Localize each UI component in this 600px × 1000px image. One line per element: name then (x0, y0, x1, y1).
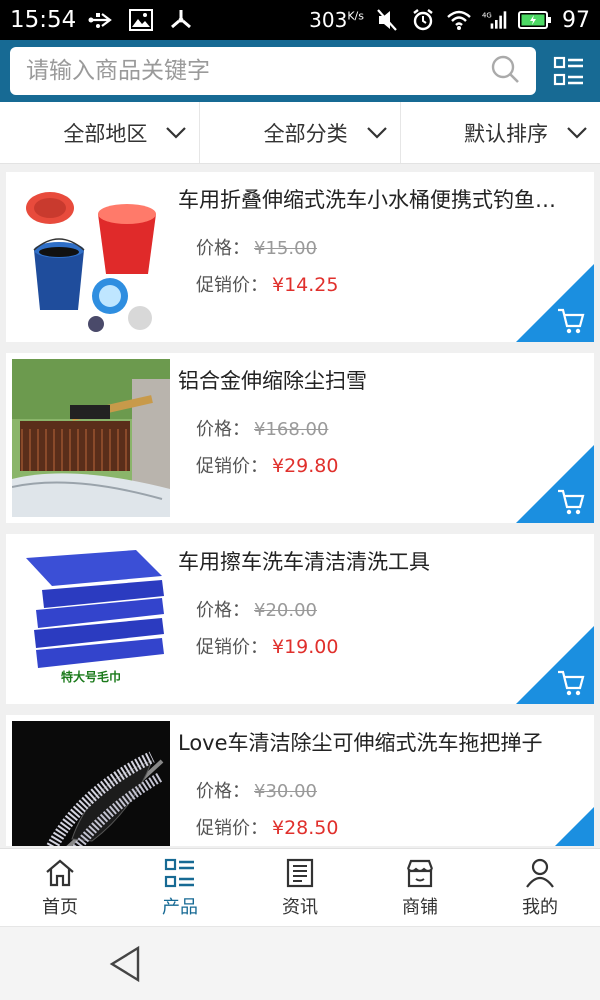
tab-label: 首页 (42, 896, 78, 918)
promo-row: 促销价： ¥29.80 (196, 452, 338, 478)
original-price: ¥20.00 (254, 600, 317, 621)
svg-text:4G: 4G (482, 11, 492, 19)
wifi-icon (446, 7, 472, 33)
promo-price: ¥14.25 (272, 274, 339, 296)
speed-value: 303 (309, 8, 348, 32)
price-row: 价格： ¥20.00 (196, 596, 317, 622)
filter-category[interactable]: 全部分类 (200, 102, 401, 163)
alarm-icon (410, 7, 436, 33)
tab-profile[interactable]: 我的 (480, 849, 600, 926)
list-icon (164, 858, 194, 887)
news-icon (286, 858, 314, 887)
promo-label: 促销价： (196, 456, 268, 477)
add-to-cart-button[interactable] (516, 807, 594, 846)
tab-home[interactable]: 首页 (0, 849, 120, 926)
original-price: ¥30.00 (254, 781, 317, 802)
tab-label: 我的 (522, 896, 558, 918)
price-row: 价格： ¥30.00 (196, 777, 317, 803)
speed-unit: K/s (347, 9, 364, 23)
product-list[interactable]: 车用折叠伸缩式洗车小水桶便携式钓鱼… 价格： ¥15.00 促销价： ¥14.2… (0, 166, 600, 846)
system-nav-bar (0, 926, 600, 1000)
category-menu-button[interactable] (552, 54, 586, 88)
product-card[interactable]: 特大号毛巾 车用擦车洗车清洁清洗工具 价格： ¥20.00 促销价： ¥19.0… (6, 534, 594, 704)
search-box[interactable] (10, 47, 536, 95)
status-time: 15:54 (10, 7, 77, 33)
product-card[interactable]: 铝合金伸缩除尘扫雪 价格： ¥168.00 促销价： ¥29.80 (6, 353, 594, 523)
original-price: ¥168.00 (254, 419, 329, 440)
add-to-cart-button[interactable] (516, 626, 594, 704)
chevron-down-icon (166, 126, 187, 139)
signal-4g-icon: 4G (482, 7, 508, 33)
price-label: 价格： (196, 419, 250, 440)
price-label: 价格： (196, 238, 250, 259)
filter-sort[interactable]: 默认排序 (401, 102, 600, 163)
promo-label: 促销价： (196, 637, 268, 658)
product-image-chenille-mop[interactable] (12, 721, 170, 846)
search-header (0, 40, 600, 102)
fan-icon (168, 7, 194, 33)
search-icon[interactable] (490, 54, 520, 88)
product-title[interactable]: 铝合金伸缩除尘扫雪 (178, 365, 578, 395)
back-icon[interactable] (108, 945, 142, 983)
promo-row: 促销价： ¥28.50 (196, 814, 338, 840)
tab-products[interactable]: 产品 (120, 849, 240, 926)
bottom-tab-bar: 首页 产品 资讯 商铺 我的 (0, 848, 600, 926)
tab-label: 商铺 (402, 896, 438, 918)
promo-price: ¥29.80 (272, 455, 339, 477)
product-image-blue-towels[interactable]: 特大号毛巾 (12, 540, 170, 698)
tab-news[interactable]: 资讯 (240, 849, 360, 926)
filter-label: 全部地区 (63, 121, 148, 146)
status-bar: 15:54 303K/s 4G 97 (0, 0, 600, 40)
user-icon (526, 858, 554, 888)
battery-level: 97 (562, 7, 590, 33)
home-icon (46, 859, 74, 886)
price-row: 价格： ¥168.00 (196, 415, 328, 441)
tab-label: 资讯 (282, 896, 318, 918)
filter-region[interactable]: 全部地区 (0, 102, 201, 163)
original-price: ¥15.00 (254, 238, 317, 259)
price-label: 价格： (196, 600, 250, 621)
chevron-down-icon (366, 126, 387, 139)
add-to-cart-button[interactable] (516, 264, 594, 342)
battery-icon (518, 7, 552, 33)
filter-bar: 全部地区 全部分类 默认排序 (0, 102, 600, 164)
add-to-cart-button[interactable] (516, 445, 594, 523)
promo-price: ¥28.50 (272, 817, 339, 839)
product-card[interactable]: Love车清洁除尘可伸缩式洗车拖把掸子 价格： ¥30.00 促销价： ¥28.… (6, 715, 594, 846)
filter-label: 默认排序 (463, 121, 548, 146)
promo-row: 促销价： ¥14.25 (196, 271, 338, 297)
list-menu-icon (553, 56, 583, 86)
tab-shop[interactable]: 商铺 (360, 849, 480, 926)
product-title[interactable]: Love车清洁除尘可伸缩式洗车拖把掸子 (178, 727, 578, 757)
product-image-telescopic-duster[interactable] (12, 359, 170, 517)
shop-icon (406, 859, 434, 887)
image-icon (128, 7, 154, 33)
price-label: 价格： (196, 781, 250, 802)
promo-row: 促销价： ¥19.00 (196, 633, 338, 659)
price-row: 价格： ¥15.00 (196, 234, 317, 260)
usb-icon (88, 7, 114, 33)
search-input[interactable] (26, 58, 490, 84)
product-title[interactable]: 车用擦车洗车清洁清洗工具 (178, 546, 578, 576)
image-caption: 特大号毛巾 (60, 670, 121, 684)
filter-label: 全部分类 (263, 121, 348, 146)
mute-icon (374, 7, 400, 33)
network-speed: 303K/s (309, 8, 364, 32)
promo-label: 促销价： (196, 818, 268, 839)
tab-label: 产品 (162, 896, 198, 918)
product-image-folding-bucket[interactable] (12, 178, 170, 336)
product-card[interactable]: 车用折叠伸缩式洗车小水桶便携式钓鱼… 价格： ¥15.00 促销价： ¥14.2… (6, 172, 594, 342)
chevron-down-icon (567, 126, 587, 139)
product-title[interactable]: 车用折叠伸缩式洗车小水桶便携式钓鱼… (178, 184, 578, 214)
promo-price: ¥19.00 (272, 636, 339, 658)
promo-label: 促销价： (196, 275, 268, 296)
